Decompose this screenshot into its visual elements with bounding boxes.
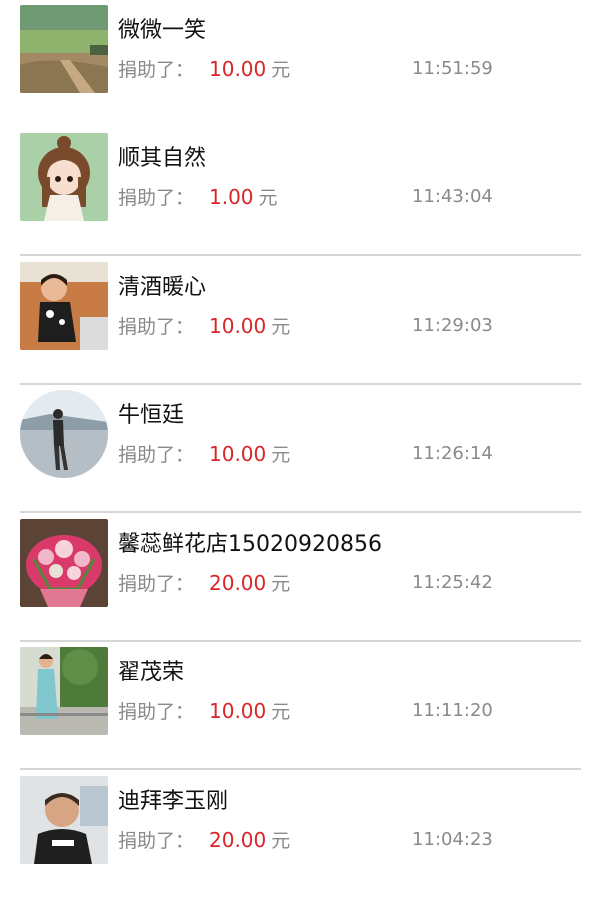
list-item[interactable]: 牛恒廷 捐助了： 10.00 元 11:26:14 bbox=[0, 385, 600, 513]
donation-info: 捐助了： 1.00 元 bbox=[118, 182, 278, 212]
donation-amount: 20.00 bbox=[209, 828, 267, 852]
currency-unit: 元 bbox=[271, 573, 291, 595]
donation-time: 11:04:23 bbox=[412, 829, 493, 850]
currency-unit: 元 bbox=[271, 830, 291, 852]
donor-name: 微微一笑 bbox=[118, 18, 207, 43]
avatar-landscape-photo bbox=[20, 5, 108, 93]
donated-label: 捐助了： bbox=[118, 187, 195, 209]
avatar-person-on-beach bbox=[20, 390, 108, 478]
list-item[interactable]: 馨蕊鲜花店15020920856 捐助了： 20.00 元 11:25:42 bbox=[0, 514, 600, 642]
donor-name: 清酒暖心 bbox=[118, 275, 207, 300]
list-item[interactable]: 清酒暖心 捐助了： 10.00 元 11:29:03 bbox=[0, 257, 600, 385]
donated-label: 捐助了： bbox=[118, 830, 195, 852]
currency-unit: 元 bbox=[271, 316, 291, 338]
avatar-woman-outdoors bbox=[20, 647, 108, 735]
donation-time: 11:51:59 bbox=[412, 58, 493, 79]
donated-label: 捐助了： bbox=[118, 701, 195, 723]
donation-info: 捐助了： 10.00 元 bbox=[118, 439, 290, 469]
currency-unit: 元 bbox=[258, 187, 278, 209]
donation-info: 捐助了： 20.00 元 bbox=[118, 568, 290, 598]
donation-time: 11:43:04 bbox=[412, 186, 493, 207]
donor-name: 翟茂荣 bbox=[118, 660, 185, 685]
list-item[interactable]: 顺其自然 捐助了： 1.00 元 11:43:04 bbox=[0, 128, 600, 256]
donation-info: 捐助了： 20.00 元 bbox=[118, 825, 290, 855]
donation-amount: 10.00 bbox=[209, 57, 267, 81]
donated-label: 捐助了： bbox=[118, 444, 195, 466]
donor-name: 顺其自然 bbox=[118, 146, 207, 171]
donation-time: 11:25:42 bbox=[412, 572, 493, 593]
avatar-cartoon-girl bbox=[20, 133, 108, 221]
donor-list: 微微一笑 捐助了： 10.00 元 11:51:59 顺其自然 捐助了： 1.00 元 bbox=[0, 0, 600, 871]
donation-amount: 10.00 bbox=[209, 442, 267, 466]
donated-label: 捐助了： bbox=[118, 316, 195, 338]
donation-amount: 1.00 bbox=[209, 185, 254, 209]
currency-unit: 元 bbox=[271, 701, 291, 723]
row-divider bbox=[20, 511, 581, 513]
donation-amount: 10.00 bbox=[209, 314, 267, 338]
donation-info: 捐助了： 10.00 元 bbox=[118, 311, 290, 341]
list-item[interactable]: 迪拜李玉刚 捐助了： 20.00 元 11:04:23 bbox=[0, 771, 600, 899]
donation-time: 11:26:14 bbox=[412, 443, 493, 464]
donor-name: 牛恒廷 bbox=[118, 403, 185, 428]
donor-name: 迪拜李玉刚 bbox=[118, 789, 229, 814]
currency-unit: 元 bbox=[271, 444, 291, 466]
donation-info: 捐助了： 10.00 元 bbox=[118, 696, 290, 726]
donation-time: 11:29:03 bbox=[412, 315, 493, 336]
donated-label: 捐助了： bbox=[118, 573, 195, 595]
avatar-man-portrait bbox=[20, 776, 108, 864]
avatar-flower-bouquet bbox=[20, 519, 108, 607]
list-item[interactable]: 微微一笑 捐助了： 10.00 元 11:51:59 bbox=[0, 0, 600, 128]
donation-amount: 10.00 bbox=[209, 699, 267, 723]
row-divider bbox=[20, 254, 581, 256]
avatar-child-photo bbox=[20, 262, 108, 350]
donated-label: 捐助了： bbox=[118, 59, 195, 81]
donor-name: 馨蕊鲜花店15020920856 bbox=[118, 532, 382, 557]
list-item[interactable]: 翟茂荣 捐助了： 10.00 元 11:11:20 bbox=[0, 642, 600, 770]
donation-info: 捐助了： 10.00 元 bbox=[118, 54, 290, 84]
donation-time: 11:11:20 bbox=[412, 700, 493, 721]
donation-amount: 20.00 bbox=[209, 571, 267, 595]
row-divider bbox=[20, 768, 581, 770]
currency-unit: 元 bbox=[271, 59, 291, 81]
